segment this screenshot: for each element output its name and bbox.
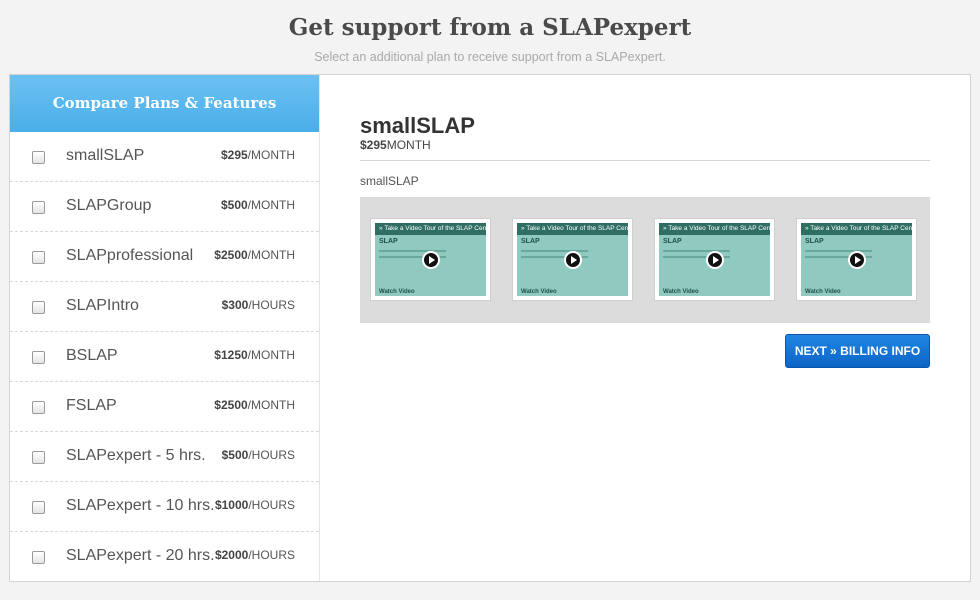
plan-row-slapgroup[interactable]: SLAPGroup $500/MONTH: [10, 182, 319, 232]
plan-checkbox[interactable]: [32, 401, 45, 414]
plans-sidebar: Compare Plans & Features smallSLAP $295/…: [10, 75, 320, 581]
plan-checkbox[interactable]: [32, 501, 45, 514]
play-icon[interactable]: [847, 250, 866, 269]
plan-name: SLAPprofessional: [66, 247, 194, 264]
plan-name: SLAPexpert - 20 hrs.: [66, 547, 215, 564]
plan-row-smallslap[interactable]: smallSLAP $295/MONTH: [10, 132, 319, 182]
plans-panel: Compare Plans & Features smallSLAP $295/…: [9, 74, 971, 582]
plan-price: $300/HOURS: [221, 298, 295, 312]
thumb-logo: SLAP: [663, 238, 682, 245]
video-thumbnail[interactable]: » Take a Video Tour of the SLAP Center S…: [796, 218, 917, 301]
plan-price: $295/MONTH: [220, 148, 295, 162]
play-icon[interactable]: [705, 250, 724, 269]
plan-name: FSLAP: [66, 397, 117, 414]
plan-row-slapexpert-5[interactable]: SLAPexpert - 5 hrs. $500/HOURS: [10, 432, 319, 482]
thumb-logo: SLAP: [521, 238, 540, 245]
thumb-heading: » Take a Video Tour of the SLAP Center: [801, 223, 912, 235]
next-billing-info-button[interactable]: NEXT » BILLING INFO: [785, 334, 930, 368]
plan-name: BSLAP: [66, 347, 118, 364]
thumb-heading: » Take a Video Tour of the SLAP Center: [517, 223, 628, 235]
plan-price: $1250/MONTH: [214, 348, 295, 362]
thumb-caption: Watch Video: [663, 289, 699, 295]
play-icon[interactable]: [421, 250, 440, 269]
page-title: Get support from a SLAPexpert: [288, 14, 692, 41]
plan-checkbox[interactable]: [32, 301, 45, 314]
plan-checkbox[interactable]: [32, 451, 45, 464]
plan-row-slapintro[interactable]: SLAPIntro $300/HOURS: [10, 282, 319, 332]
plan-price: $2500/MONTH: [214, 248, 295, 262]
plan-checkbox[interactable]: [32, 351, 45, 364]
plan-checkbox[interactable]: [32, 251, 45, 264]
plan-detail-description: smallSLAP: [360, 174, 419, 188]
video-strip: » Take a Video Tour of the SLAP Center S…: [360, 197, 930, 323]
plan-price: $500/MONTH: [220, 198, 295, 212]
plan-checkbox[interactable]: [32, 551, 45, 564]
plan-detail-title: smallSLAP: [360, 113, 475, 138]
plan-detail-price: $295MONTH: [360, 138, 431, 152]
plan-name: SLAPIntro: [66, 297, 139, 314]
plan-checkbox[interactable]: [32, 201, 45, 214]
plan-row-slapexpert-20[interactable]: SLAPexpert - 20 hrs. $2000/HOURS: [10, 532, 319, 581]
video-thumbnail[interactable]: » Take a Video Tour of the SLAP Center S…: [654, 218, 775, 301]
video-thumbnail[interactable]: » Take a Video Tour of the SLAP Center S…: [512, 218, 633, 301]
divider: [360, 160, 930, 161]
thumb-caption: Watch Video: [521, 289, 557, 295]
thumb-logo: SLAP: [379, 238, 398, 245]
plan-price: $2000/HOURS: [214, 548, 295, 562]
plan-row-bslap[interactable]: BSLAP $1250/MONTH: [10, 332, 319, 382]
thumb-caption: Watch Video: [379, 289, 415, 295]
plan-name: smallSLAP: [66, 147, 145, 164]
thumb-heading: » Take a Video Tour of the SLAP Center: [375, 223, 486, 235]
plan-row-slapexpert-10[interactable]: SLAPexpert - 10 hrs. $1000/HOURS: [10, 482, 319, 532]
plan-row-fslap[interactable]: FSLAP $2500/MONTH: [10, 382, 319, 432]
play-icon[interactable]: [563, 250, 582, 269]
plan-price: $1000/HOURS: [214, 498, 295, 512]
page-subtitle: Select an additional plan to receive sup…: [314, 50, 666, 64]
video-thumbnail[interactable]: » Take a Video Tour of the SLAP Center S…: [370, 218, 491, 301]
plan-row-slapprofessional[interactable]: SLAPprofessional $2500/MONTH: [10, 232, 319, 282]
plan-checkbox[interactable]: [32, 151, 45, 164]
plan-price: $500/HOURS: [221, 448, 295, 462]
thumb-logo: SLAP: [805, 238, 824, 245]
compare-plans-header[interactable]: Compare Plans & Features: [10, 75, 319, 132]
plan-name: SLAPexpert - 10 hrs.: [66, 497, 215, 514]
thumb-caption: Watch Video: [805, 289, 841, 295]
plan-detail: smallSLAP $295MONTH smallSLAP » Take a V…: [360, 113, 930, 368]
thumb-heading: » Take a Video Tour of the SLAP Center: [659, 223, 770, 235]
plan-name: SLAPexpert - 5 hrs.: [66, 447, 206, 464]
plan-name: SLAPGroup: [66, 197, 152, 214]
plan-price: $2500/MONTH: [214, 398, 295, 412]
